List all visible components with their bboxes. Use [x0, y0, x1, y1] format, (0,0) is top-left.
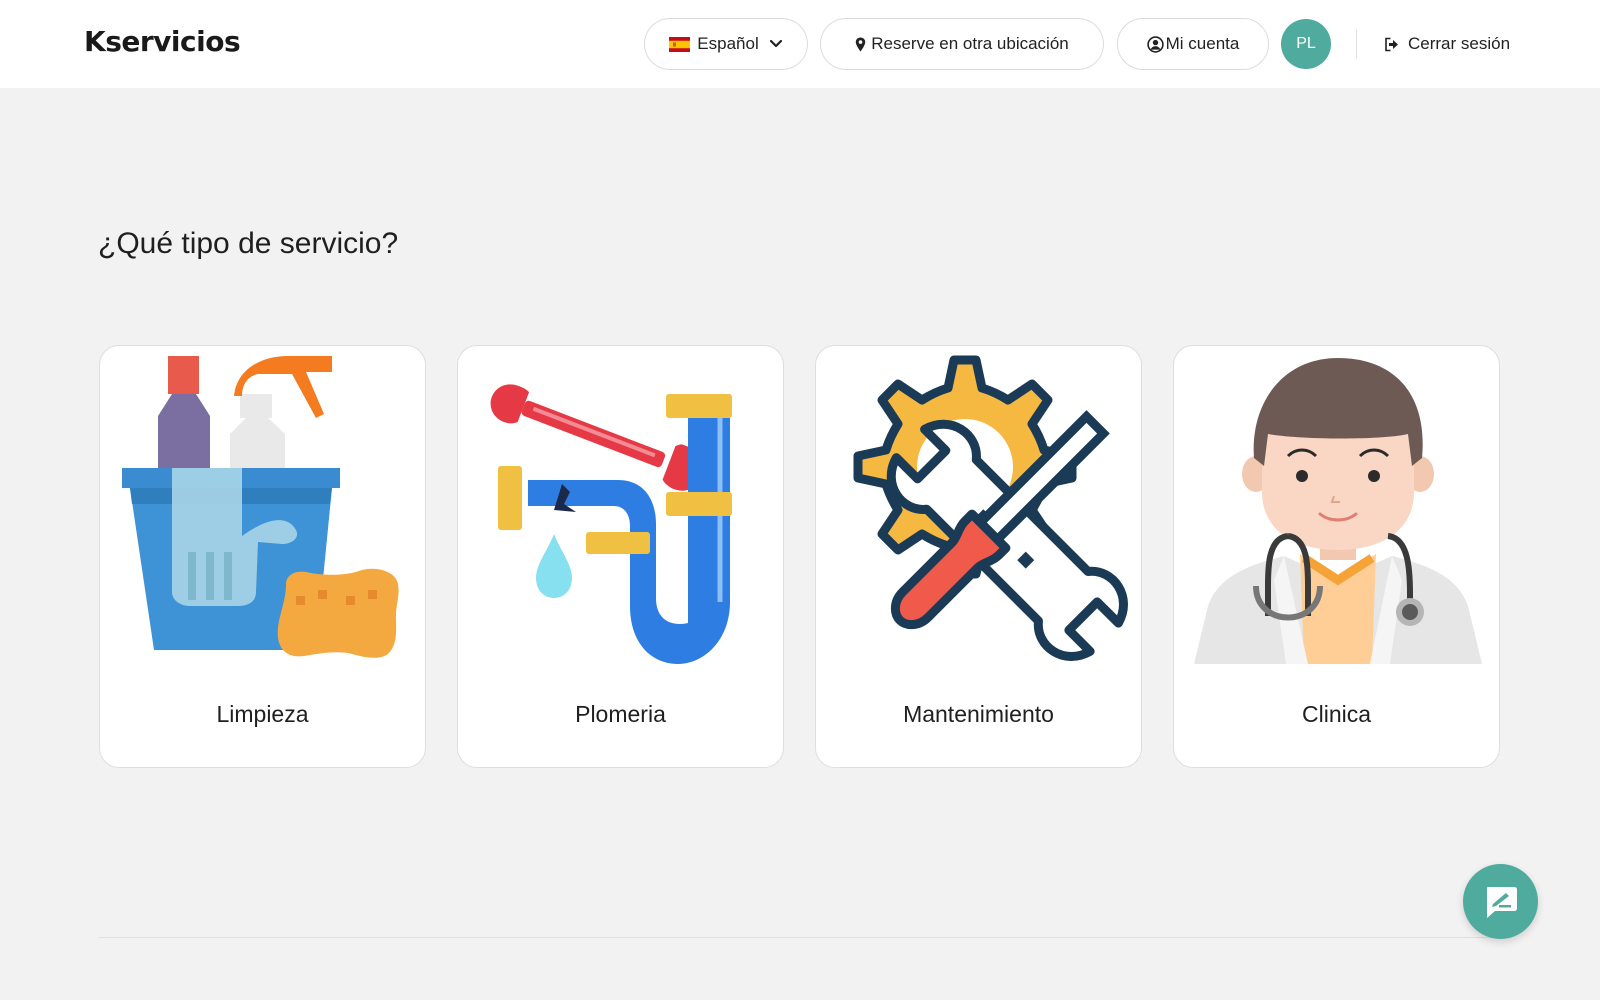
logout-icon	[1385, 37, 1398, 51]
chat-fab-button[interactable]	[1463, 864, 1538, 939]
spain-flag-icon	[669, 36, 691, 52]
logout-button[interactable]: Cerrar sesión	[1384, 32, 1510, 56]
language-selector[interactable]: Español	[644, 18, 808, 70]
my-account-label: Mi cuenta	[1165, 34, 1240, 53]
cleaning-bucket-icon	[122, 356, 399, 658]
service-card-plomeria[interactable]: Plomeria	[457, 345, 784, 768]
service-label: Clinica	[1301, 701, 1372, 727]
page-title: ¿Qué tipo de servicio?	[98, 227, 399, 260]
service-label: Limpieza	[216, 701, 309, 727]
header-divider	[1356, 29, 1357, 59]
footer-divider	[98, 937, 1502, 938]
top-navbar: Kservicios Español Reserve en otra ubica…	[0, 0, 1600, 88]
logout-label: Cerrar sesión	[1408, 34, 1511, 53]
doctor-icon	[1194, 358, 1482, 664]
language-label: Español	[697, 34, 759, 53]
my-account-button[interactable]: Mi cuenta	[1117, 18, 1269, 70]
service-card-mantenimiento[interactable]: Mantenimiento	[815, 345, 1142, 768]
chat-compose-icon	[1486, 886, 1517, 918]
service-label: Mantenimiento	[903, 701, 1054, 727]
service-card-clinica[interactable]: Clinica	[1173, 345, 1500, 768]
service-card-limpieza[interactable]: Limpieza	[99, 345, 426, 768]
plumbing-pipe-icon	[490, 384, 732, 664]
change-location-label: Reserve en otra ubicación	[871, 34, 1069, 53]
brand-logo[interactable]: Kservicios	[84, 25, 241, 58]
service-label: Plomeria	[575, 701, 666, 727]
change-location-button[interactable]: Reserve en otra ubicación	[820, 18, 1104, 70]
tools-gear-icon	[853, 355, 1128, 661]
user-circle-icon	[1146, 35, 1164, 53]
map-pin-icon	[856, 37, 866, 51]
chevron-down-icon	[769, 39, 782, 48]
user-avatar[interactable]: PL	[1281, 19, 1331, 69]
